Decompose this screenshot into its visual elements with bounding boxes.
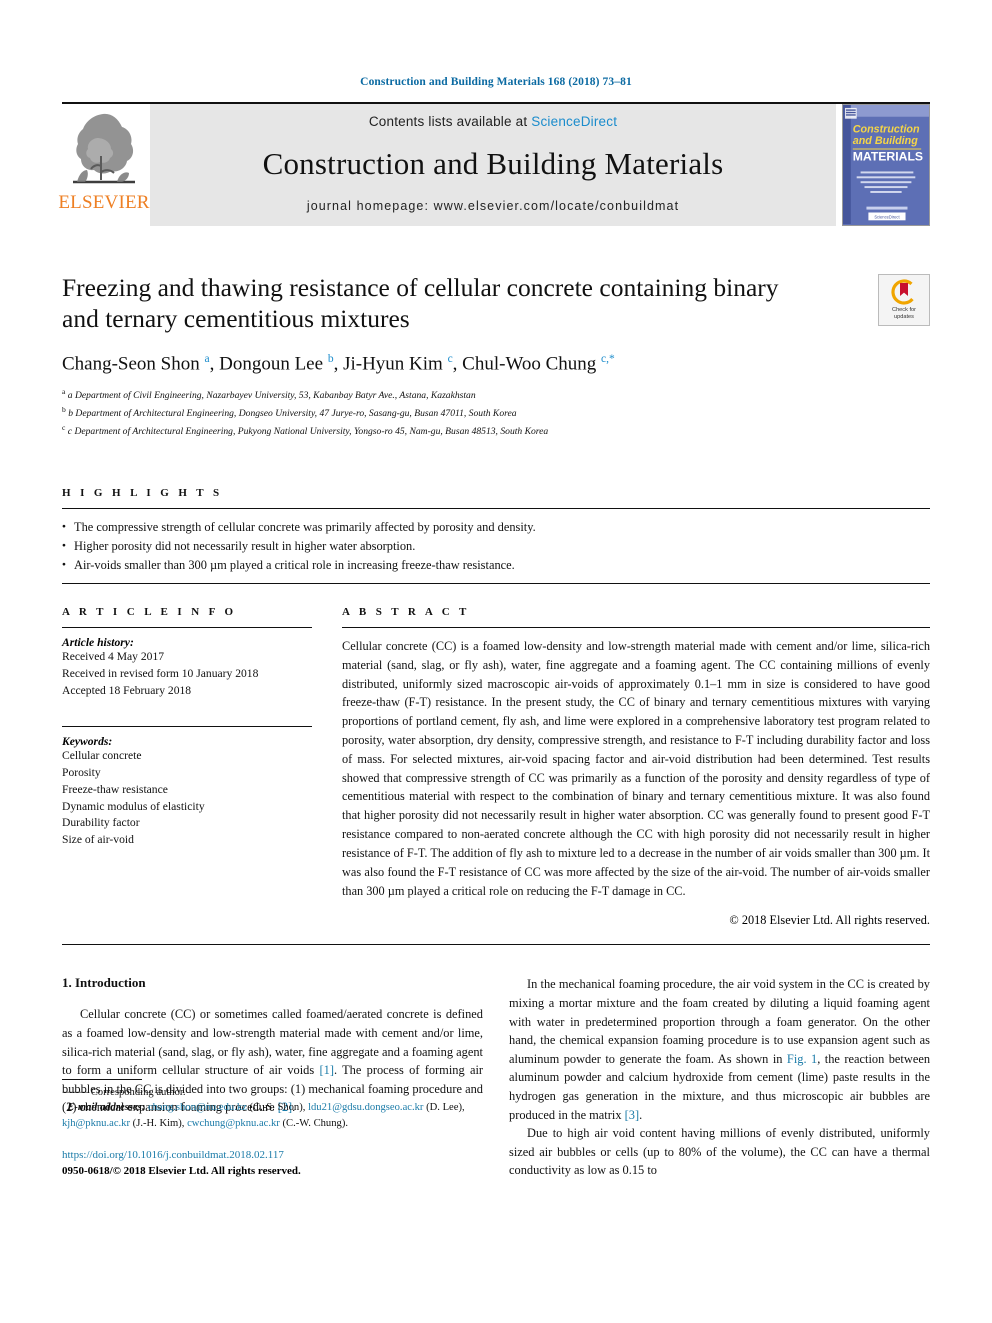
article-page: Construction and Building Materials 168 … <box>0 0 992 1323</box>
keyword-item: Porosity <box>62 765 101 779</box>
highlights-bottom-rule <box>62 582 930 584</box>
svg-text:ScienceDirect: ScienceDirect <box>874 214 900 219</box>
elsevier-wordmark: ELSEVIER <box>58 192 150 213</box>
svg-text:and Building: and Building <box>853 135 918 147</box>
highlights-section: H I G H L I G H T S The compressive stre… <box>62 487 930 584</box>
running-head: Construction and Building Materials 168 … <box>360 76 632 88</box>
journal-homepage-link[interactable]: journal homepage: www.elsevier.com/locat… <box>307 199 679 213</box>
abstract-rule <box>342 626 930 628</box>
email-label: E-mail addresses: <box>67 1102 146 1114</box>
keyword-item: Size of air-void <box>62 833 134 847</box>
journal-cover-thumbnail[interactable]: Construction and Building MATERIALS Scie… <box>842 104 930 226</box>
author-list: Chang-Seon Shon a, Dongoun Lee b, Ji-Hyu… <box>62 353 615 375</box>
doi-block: https://doi.org/10.1016/j.conbuildmat.20… <box>62 1148 483 1180</box>
abstract-text: Cellular concrete (CC) is a foamed low-d… <box>342 638 930 898</box>
issn-copyright-line: 0950-0618/© 2018 Elsevier Ltd. All right… <box>62 1165 301 1178</box>
journal-title: Construction and Building Materials <box>262 146 724 181</box>
keywords-label: Keywords: <box>62 734 113 748</box>
contents-lists-line: Contents lists available at ScienceDirec… <box>369 114 617 129</box>
abstract-column: A B S T R A C T Cellular concrete (CC) i… <box>342 606 930 928</box>
history-received: Received 4 May 2017 <box>62 649 165 663</box>
journal-masthead: ELSEVIER Contents lists available at Sci… <box>58 102 930 226</box>
corresponding-author-note: ⸻ Corresponding author. <box>62 1085 483 1101</box>
email-addresses-note: E-mail addresses: chang.shon@nu.edu.kz (… <box>62 1100 483 1132</box>
body-column-left: 1. Introduction Cellular concrete (CC) o… <box>62 975 483 1180</box>
abstract-heading: A B S T R A C T <box>342 605 470 618</box>
article-info-rule <box>62 626 312 628</box>
intro-paragraph-2: In the mechanical foaming procedure, the… <box>509 977 931 1122</box>
history-revised: Received in revised form 10 January 2018 <box>62 666 259 680</box>
contents-prefix: Contents lists available at <box>368 114 528 129</box>
intro-paragraph-3: Due to high air void content having mill… <box>509 1126 930 1178</box>
highlights-heading: H I G H L I G H T S <box>62 487 223 500</box>
affiliation-list: a a Department of Civil Engineering, Naz… <box>62 386 864 439</box>
keywords-list: Cellular concrete Porosity Freeze-thaw r… <box>62 748 312 850</box>
list-item: The compressive strength of cellular con… <box>62 518 930 537</box>
doi-link[interactable]: https://doi.org/10.1016/j.conbuildmat.20… <box>62 1148 483 1164</box>
section-heading-introduction: 1. Introduction <box>62 975 146 991</box>
footnote-rule <box>62 1078 142 1080</box>
affiliation-a: a a Department of Civil Engineering, Naz… <box>62 387 476 402</box>
body-column-right: In the mechanical foaming procedure, the… <box>509 975 930 1180</box>
abstract-copyright: © 2018 Elsevier Ltd. All rights reserved… <box>729 913 930 928</box>
crossmark-badge[interactable]: Check for updates <box>878 274 930 326</box>
info-abstract-region: A R T I C L E I N F O Article history: R… <box>62 606 930 928</box>
article-info-heading: A R T I C L E I N F O <box>62 605 237 618</box>
article-history-lines: Received 4 May 2017 Received in revised … <box>62 649 312 700</box>
history-accepted: Accepted 18 February 2018 <box>62 683 192 697</box>
corresponding-marker: ⸻ <box>62 1086 89 1098</box>
list-item: Air-voids smaller than 300 µm played a c… <box>62 556 930 575</box>
crossmark-icon <box>891 279 917 305</box>
keyword-item: Dynamic modulus of elasticity <box>62 799 205 813</box>
title-block: Freezing and thawing resistance of cellu… <box>62 272 930 439</box>
svg-text:MATERIALS: MATERIALS <box>853 150 923 164</box>
svg-text:Construction: Construction <box>853 123 920 135</box>
article-history-label: Article history: <box>62 635 134 649</box>
footnote-block: ⸻ Corresponding author. E-mail addresses… <box>62 1078 483 1181</box>
corresponding-text: Corresponding author. <box>90 1086 186 1098</box>
elsevier-tree-icon <box>73 113 135 184</box>
affiliation-b: b b Department of Architectural Engineer… <box>62 405 517 420</box>
highlights-list: The compressive strength of cellular con… <box>62 509 930 583</box>
keyword-item: Cellular concrete <box>62 748 142 762</box>
cover-art: Construction and Building MATERIALS Scie… <box>843 105 929 225</box>
crossmark-label: Check for updates <box>892 307 916 320</box>
article-info-column: A R T I C L E I N F O Article history: R… <box>62 606 312 928</box>
list-item: Higher porosity did not necessarily resu… <box>62 537 930 556</box>
sciencedirect-link[interactable]: ScienceDirect <box>531 114 617 129</box>
body-columns: 1. Introduction Cellular concrete (CC) o… <box>62 975 930 1180</box>
page-title: Freezing and thawing resistance of cellu… <box>62 273 779 334</box>
keyword-item: Freeze-thaw resistance <box>62 782 168 796</box>
elsevier-logo: ELSEVIER <box>58 104 149 226</box>
keywords-separator-rule <box>62 725 312 727</box>
abstract-bottom-rule <box>62 944 930 946</box>
keyword-item: Durability factor <box>62 816 140 830</box>
affiliation-c: c c Department of Architectural Engineer… <box>62 422 549 437</box>
masthead-center-panel: Contents lists available at ScienceDirec… <box>150 104 836 226</box>
